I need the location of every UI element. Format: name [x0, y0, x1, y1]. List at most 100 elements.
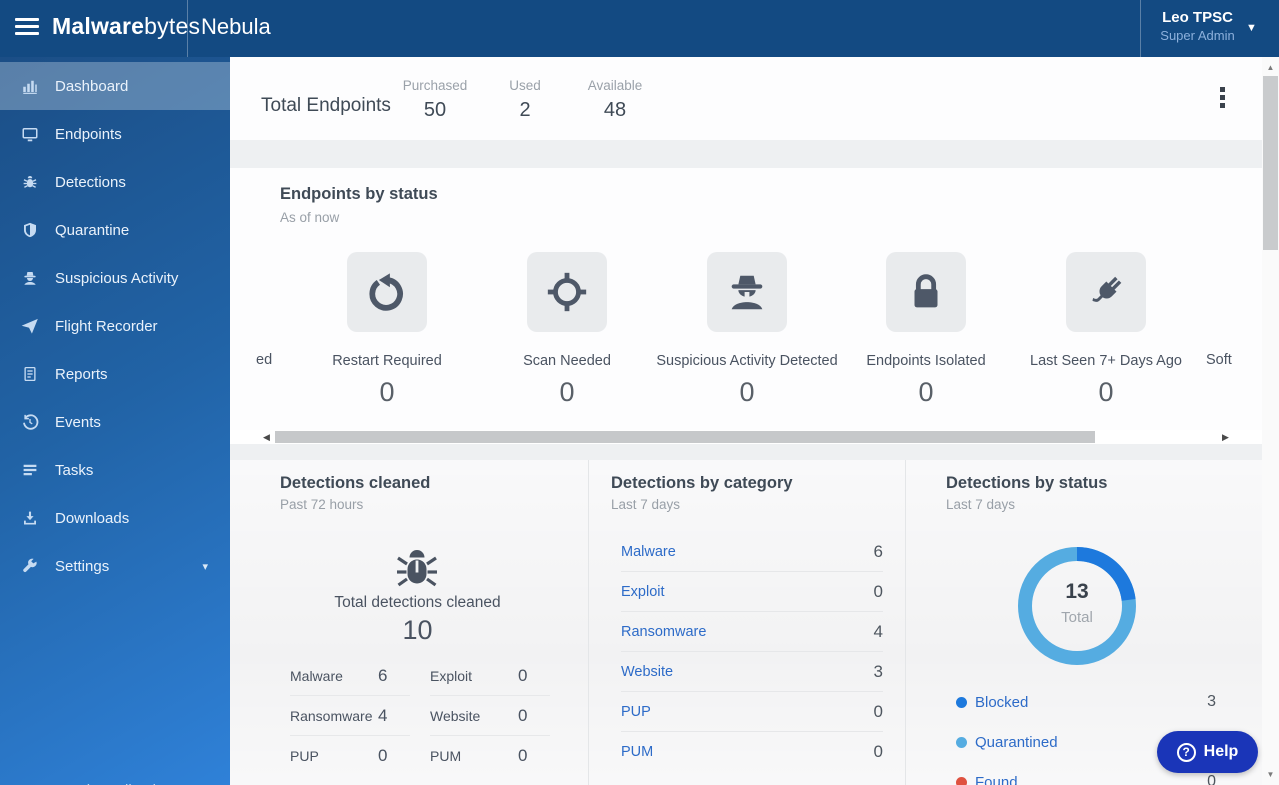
scroll-left-icon[interactable]: ◀ [263, 431, 270, 443]
list-item[interactable]: Exploit0 [621, 572, 883, 612]
status-card-partial-left[interactable]: ed [256, 352, 272, 368]
sidebar-item-label: Dashboard [55, 78, 128, 95]
detections-status-donut-chart[interactable]: 13 Total [1015, 544, 1139, 668]
blocked-dot-icon [956, 697, 967, 708]
help-label: Help [1204, 743, 1239, 761]
endpoint-stats: Purchased 50 Used 2 Available 48 [390, 78, 660, 122]
status-card-suspicious-activity[interactable]: Suspicious Activity Detected 0 [647, 252, 847, 408]
scan-target-icon [527, 252, 607, 332]
user-divider [1140, 0, 1141, 57]
status-card-last-seen[interactable]: Last Seen 7+ Days Ago 0 [1006, 252, 1206, 408]
donut-total-value: 13 [1015, 580, 1139, 604]
suspicious-activity-icon [21, 269, 39, 287]
sidebar-item-detections[interactable]: Detections [0, 158, 230, 206]
horizontal-scrollbar[interactable]: ◀ ▶ [230, 430, 1262, 444]
total-endpoints-card: Total Endpoints Purchased 50 Used 2 Avai… [230, 57, 1262, 140]
dashboard-icon [21, 77, 39, 95]
stat-available: Available 48 [570, 78, 660, 122]
sidebar-item-tasks[interactable]: Tasks [0, 446, 230, 494]
events-icon [21, 413, 39, 431]
downloads-icon [21, 509, 39, 527]
malwarebytes-logo: Malwarebytes [52, 13, 200, 40]
endpoints-by-status-card: Endpoints by status As of now ed Restart… [230, 168, 1262, 444]
settings-icon [21, 557, 39, 575]
plug-icon [1066, 252, 1146, 332]
bottom-panels: Detections cleaned Past 72 hours Total d… [230, 460, 1262, 785]
status-card-restart-required[interactable]: Restart Required 0 [287, 252, 487, 408]
top-bar: Malwarebytes Nebula Leo TPSC Super Admin… [0, 0, 1279, 57]
chevron-down-icon[interactable]: ▼ [1246, 22, 1257, 34]
list-item[interactable]: Malware6 [621, 532, 883, 572]
sidebar-item-reports[interactable]: Reports [0, 350, 230, 398]
list-item[interactable]: Ransomware4 [621, 612, 883, 652]
lock-icon [886, 252, 966, 332]
vertical-scrollbar[interactable]: ▲ ▼ [1262, 57, 1279, 785]
sidebar-item-label: Quarantine [55, 222, 129, 239]
sidebar-item-endpoints[interactable]: Endpoints [0, 110, 230, 158]
vertical-scrollbar-thumb[interactable] [1263, 76, 1278, 250]
send-feedback-label: Send Feedback [55, 782, 160, 785]
detections-by-status-title: Detections by status [946, 474, 1107, 493]
brand-regular: bytes [144, 13, 200, 39]
legend-row-blocked[interactable]: Blocked 3 [956, 682, 1216, 722]
scroll-down-icon[interactable]: ▼ [1262, 770, 1279, 779]
donut-total-label: Total [1015, 609, 1139, 626]
sidebar-item-downloads[interactable]: Downloads [0, 494, 230, 542]
sidebar: Dashboard Endpoints Detections Quarantin… [0, 57, 230, 785]
found-dot-icon [956, 777, 967, 785]
sidebar-item-suspicious-activity[interactable]: Suspicious Activity [0, 254, 230, 302]
send-feedback-button[interactable]: Send Feedback [0, 766, 230, 785]
sidebar-item-dashboard[interactable]: Dashboard [0, 62, 230, 110]
sidebar-item-events[interactable]: Events [0, 398, 230, 446]
sidebar-item-label: Reports [55, 366, 108, 383]
stat-used: Used 2 [480, 78, 570, 122]
total-detections-cleaned-label: Total detections cleaned [230, 594, 588, 612]
kebab-menu-icon[interactable] [1212, 87, 1232, 111]
sidebar-item-settings[interactable]: Settings ▾ [0, 542, 230, 590]
tasks-icon [21, 461, 39, 479]
detections-cleaned-title: Detections cleaned [280, 474, 430, 493]
help-button[interactable]: ? Help [1157, 731, 1258, 773]
detections-by-category-panel: Detections by category Last 7 days Malwa… [588, 460, 905, 785]
brand-bold: Malware [52, 13, 144, 39]
restart-icon [347, 252, 427, 332]
detections-cleaned-panel: Detections cleaned Past 72 hours Total d… [230, 460, 588, 785]
total-endpoints-title: Total Endpoints [261, 95, 391, 117]
spy-icon [707, 252, 787, 332]
sidebar-item-label: Settings [55, 558, 109, 575]
user-role: Super Admin [1150, 27, 1245, 44]
table-row: Ransomware4 Website0 [290, 696, 550, 736]
detections-by-category-subtitle: Last 7 days [611, 497, 680, 512]
donut-center: 13 Total [1015, 580, 1139, 626]
detections-by-status-subtitle: Last 7 days [946, 497, 1015, 512]
user-name: Leo TPSC [1150, 9, 1245, 27]
product-name: Nebula [201, 14, 271, 40]
category-list: Malware6 Exploit0 Ransomware4 Website3 P… [621, 532, 883, 772]
chevron-down-icon[interactable]: ▾ [202, 560, 208, 573]
status-card-endpoints-isolated[interactable]: Endpoints Isolated 0 [826, 252, 1026, 408]
scroll-up-icon[interactable]: ▲ [1262, 63, 1279, 72]
sidebar-item-label: Downloads [55, 510, 129, 527]
horizontal-scrollbar-thumb[interactable] [275, 431, 1095, 443]
status-card-scan-needed[interactable]: Scan Needed 0 [467, 252, 667, 408]
scroll-right-icon[interactable]: ▶ [1222, 431, 1229, 443]
user-menu[interactable]: Leo TPSC Super Admin [1150, 9, 1245, 44]
detections-icon [21, 173, 39, 191]
table-row: PUP0 PUM0 [290, 736, 550, 776]
envelope-icon [21, 781, 39, 785]
header-divider [187, 0, 188, 57]
sidebar-item-label: Flight Recorder [55, 318, 158, 335]
sidebar-item-label: Events [55, 414, 101, 431]
sidebar-item-quarantine[interactable]: Quarantine [0, 206, 230, 254]
hamburger-menu-icon[interactable] [15, 18, 39, 38]
table-row: Malware6 Exploit0 [290, 656, 550, 696]
question-mark-icon: ? [1177, 743, 1196, 762]
sidebar-item-flight-recorder[interactable]: Flight Recorder [0, 302, 230, 350]
endpoints-by-status-subtitle: As of now [280, 210, 339, 225]
flight-recorder-icon [21, 317, 39, 335]
list-item[interactable]: PUP0 [621, 692, 883, 732]
list-item[interactable]: Website3 [621, 652, 883, 692]
endpoints-icon [21, 125, 39, 143]
status-card-partial-right[interactable]: Soft [1206, 352, 1236, 368]
list-item[interactable]: PUM0 [621, 732, 883, 772]
